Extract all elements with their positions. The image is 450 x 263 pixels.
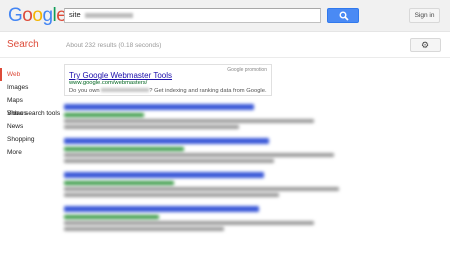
blurred-domain (101, 88, 150, 93)
logo-letter: o (32, 5, 43, 26)
search-result[interactable] (64, 138, 354, 172)
search-button[interactable] (327, 8, 359, 23)
gear-icon: ⚙ (421, 40, 430, 50)
search-result[interactable] (64, 172, 354, 206)
search-result[interactable] (64, 206, 354, 240)
nav-item-news[interactable]: News (0, 120, 60, 133)
promo-description: Do you own ? Get indexing and ranking da… (69, 88, 267, 94)
promo-desc-start: Do you own (69, 88, 100, 94)
search-subbar: Search About 232 results (0.18 seconds) … (0, 32, 450, 58)
search-input[interactable]: site (64, 8, 321, 23)
search-query-text: site (69, 10, 81, 19)
nav-item-images[interactable]: Images (0, 81, 60, 94)
show-search-tools-link[interactable]: Show search tools (7, 110, 60, 117)
promo-title-link[interactable]: Try Google Webmaster Tools (69, 71, 172, 80)
google-logo[interactable]: Google (8, 5, 67, 27)
blurred-search-results (64, 104, 354, 240)
nav-item-maps[interactable]: Maps (0, 94, 60, 107)
magnifier-icon (339, 11, 349, 21)
search-result[interactable] (64, 104, 354, 138)
top-bar: Google site Sign in (0, 0, 450, 32)
nav-item-web[interactable]: Web (0, 68, 60, 81)
promo-label: Google promotion (227, 67, 267, 73)
logo-letter: G (8, 5, 23, 26)
sign-in-button[interactable]: Sign in (409, 8, 440, 23)
settings-button[interactable]: ⚙ (410, 38, 441, 52)
search-heading: Search (7, 39, 39, 50)
blurred-domain (84, 12, 133, 18)
results-stats: About 232 results (0.18 seconds) (66, 42, 162, 49)
nav-item-shopping[interactable]: Shopping (0, 133, 60, 146)
promo-url: www.google.com/webmasters/ (69, 80, 148, 86)
google-promotion: Google promotion Try Google Webmaster To… (64, 64, 272, 96)
logo-letter: g (42, 5, 53, 26)
promo-desc-end: ? Get indexing and ranking data from Goo… (149, 88, 267, 94)
nav-item-more[interactable]: More (0, 146, 60, 159)
logo-letter: o (22, 5, 33, 26)
